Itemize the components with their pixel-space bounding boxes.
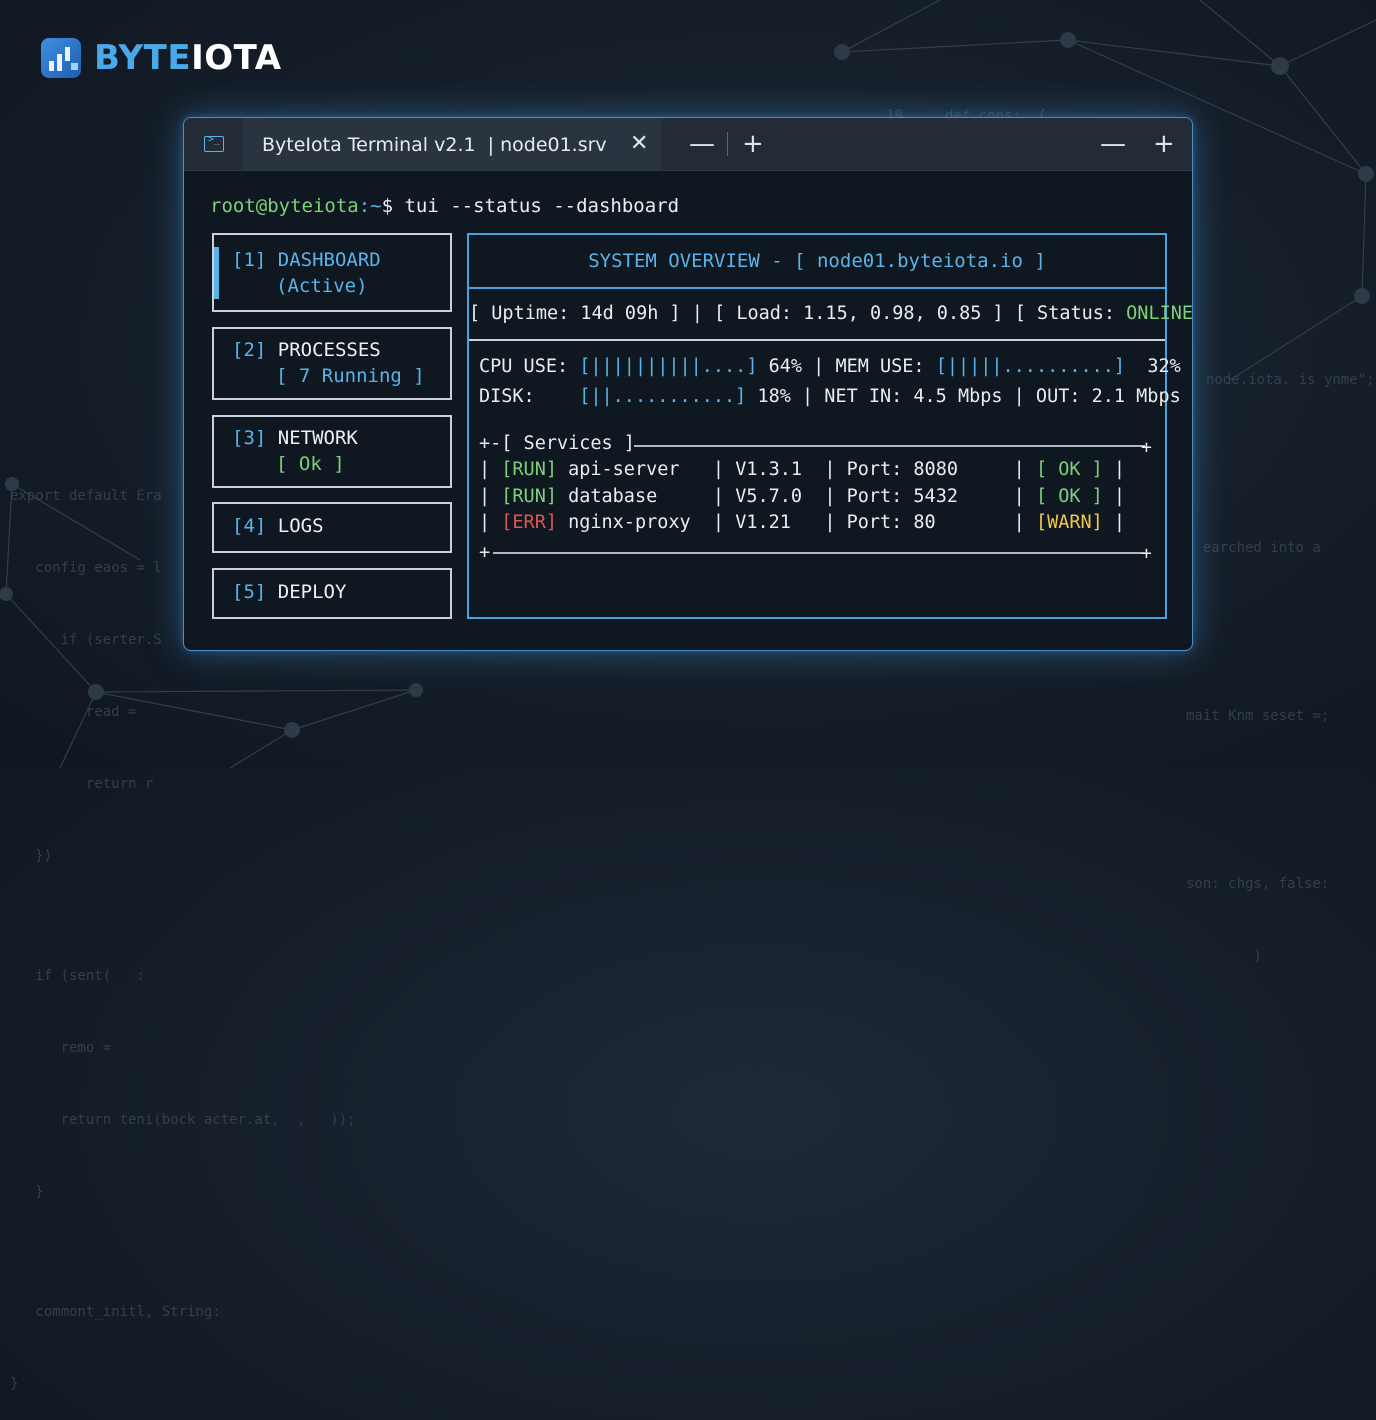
command-prompt[interactable]: root@byteiota:~$ tui --status --dashboar… (210, 195, 679, 217)
brand-name: BYTEIOTA (94, 38, 282, 78)
menu-sub-network: [ Ok ] (276, 453, 345, 475)
window-add-button[interactable]: + (1153, 129, 1175, 159)
prompt-path: :~ (358, 195, 382, 217)
services-footer: + (479, 542, 491, 563)
menu-item-processes[interactable]: [2] PROCESSES [ 7 Running ] (212, 327, 452, 400)
terminal-window: >_ ByteIota Terminal v2.1 | node01.srv ✕… (183, 117, 1193, 651)
svg-text:+: + (1141, 437, 1152, 458)
menu-sub-dashboard: (Active) (276, 275, 368, 297)
terminal-icon: >_ (204, 134, 224, 152)
close-tab-icon[interactable]: ✕ (630, 131, 648, 156)
menu-sub-processes: [ 7 Running ] (276, 365, 425, 387)
prompt-command: $ tui --status --dashboard (381, 195, 680, 217)
toolbar-divider (727, 132, 728, 156)
service-status: [ OK ] (1035, 459, 1103, 480)
new-tab-button[interactable]: + (742, 129, 764, 159)
tab-title: ByteIota Terminal v2.1 | node01.srv (262, 134, 607, 156)
service-status: [WARN] (1035, 512, 1103, 533)
service-status: [ OK ] (1035, 486, 1103, 507)
services-frame: + + (493, 437, 1152, 564)
title-bar: >_ ByteIota Terminal v2.1 | node01.srv ✕… (184, 118, 1192, 171)
byteiota-logo-icon (41, 38, 81, 78)
service-row: | [RUN] api-server | V1.3.1 | Port: 8080… (479, 459, 1126, 480)
tab-terminal[interactable]: ByteIota Terminal v2.1 | node01.srv ✕ (242, 118, 662, 170)
svg-text:+: + (1141, 543, 1152, 564)
menu-item-network[interactable]: [3] NETWORK [ Ok ] (212, 415, 452, 488)
active-indicator (214, 247, 219, 299)
service-row: | [ERR] nginx-proxy | V1.21 | Port: 80 |… (479, 512, 1126, 533)
window-minimize-button[interactable]: — (1100, 129, 1126, 159)
prompt-user: root@byteiota (210, 195, 359, 217)
service-row: | [RUN] database | V5.7.0 | Port: 5432 |… (479, 486, 1126, 507)
system-overview-panel: SYSTEM OVERVIEW - [ node01.byteiota.io ]… (467, 233, 1192, 619)
menu-item-deploy[interactable]: [5] DEPLOY (212, 568, 452, 619)
menu-item-dashboard[interactable]: [1] DASHBOARD (Active) (212, 233, 452, 312)
minimize-tab-button[interactable]: — (689, 129, 715, 159)
brand-logo: BYTEIOTA (40, 36, 282, 80)
menu-item-logs[interactable]: [4] LOGS (212, 502, 452, 553)
